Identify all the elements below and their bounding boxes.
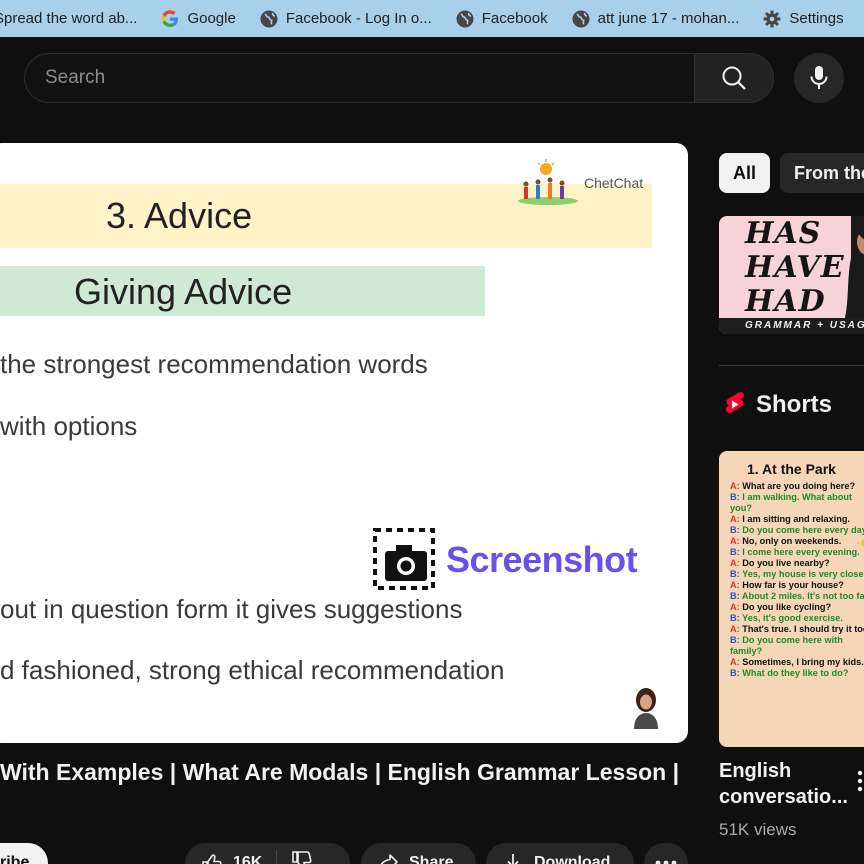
share-label: Share: [409, 854, 454, 864]
dialog-line: A: I am sitting and relaxing.: [730, 514, 850, 524]
search-button[interactable]: [694, 53, 774, 103]
bookmark-settings[interactable]: Settings: [763, 0, 844, 37]
screenshot-watermark: Screenshot: [372, 527, 638, 593]
dislike-button[interactable]: [291, 850, 323, 864]
bookmark-spread-the-word[interactable]: Spread the word ab...: [0, 0, 137, 37]
dialog-line: A: That's true. I should try it too.: [730, 624, 864, 634]
like-separator: [276, 850, 278, 864]
dialog-line: A: What are you doing here?: [730, 481, 856, 491]
masthead: [0, 37, 864, 143]
dialog-line: B: I come here every evening.: [730, 547, 860, 557]
globe-icon: [456, 10, 474, 27]
presenter-avatar: [624, 683, 668, 729]
globe-icon: [260, 10, 278, 27]
sun-icon: [857, 539, 864, 547]
youtube-watch-page: Spread the word ab... Google Facebook - …: [0, 0, 864, 864]
chip-from-the-series[interactable]: From the: [780, 153, 864, 193]
short-menu-button[interactable]: [852, 768, 864, 794]
bookmark-label: Facebook: [481, 10, 548, 27]
slide-subheading: Giving Advice: [74, 271, 293, 312]
slide-line: the strongest recommendation words: [0, 349, 428, 379]
google-icon: [162, 9, 179, 27]
search-icon: [722, 66, 746, 90]
share-icon: [380, 854, 398, 864]
dialog-line: B: Yes, my house is very close.: [730, 569, 864, 579]
thumbs-down-icon: [292, 850, 312, 864]
section-divider: [719, 365, 864, 366]
like-count: 16K: [233, 854, 263, 864]
thumb-title: 1. At the Park: [747, 461, 836, 477]
more-horizontal-icon: [655, 860, 677, 864]
bookmark-label: Facebook - Log In o...: [285, 10, 432, 27]
short-title-line: conversatio...: [719, 786, 848, 808]
download-label: Download: [534, 854, 611, 864]
shorts-logo-icon: [725, 392, 744, 413]
bookmark-facebook-login[interactable]: Facebook - Log In o...: [260, 0, 432, 37]
bookmark-label: Settings: [789, 10, 844, 27]
search-input[interactable]: [45, 54, 665, 102]
dialog-line: A: Sometimes, I bring my kids.: [730, 657, 864, 667]
shorts-shelf-header: Shorts: [722, 391, 832, 419]
sun-kids-logo-icon: [518, 159, 578, 205]
dialog-line: B: I am walking. What about you?: [730, 492, 853, 513]
short-title[interactable]: English conversatio...: [719, 758, 849, 810]
more-vertical-icon: [857, 770, 863, 792]
dialog-line: A: How far is your house?: [730, 580, 844, 590]
video-title: With Examples | What Are Modals | Englis…: [0, 759, 680, 785]
slide-line: with options: [0, 411, 138, 441]
share-button[interactable]: Share: [361, 843, 476, 864]
bookmark-label: att june 17 - mohan...: [597, 10, 740, 27]
related-video-thumbnail[interactable]: HAS HAVE HAD GRAMMAR + USAGE: [719, 216, 864, 334]
chip-all[interactable]: All: [719, 153, 770, 193]
thumb-strip-text: GRAMMAR + USAGE: [719, 318, 864, 334]
search-box: [24, 53, 696, 103]
bookmark-google[interactable]: Google: [161, 0, 236, 37]
thumbs-up-icon: [202, 854, 222, 864]
like-dislike-group: 16K: [185, 843, 350, 864]
logo-text: ChetChat: [584, 175, 644, 191]
dialog-line: B: What do they like to do?: [730, 668, 849, 678]
shorts-thumbnail[interactable]: 1. At the Park A: What are you doing her…: [719, 451, 864, 747]
subscribe-button[interactable]: ribe: [0, 843, 48, 864]
bookmark-label: Spread the word ab...: [0, 10, 138, 27]
bookmarks-bar: Spread the word ab... Google Facebook - …: [0, 0, 864, 37]
presenter-figure: [845, 216, 864, 318]
shorts-heading: Shorts: [756, 391, 833, 418]
globe-icon: [572, 10, 590, 27]
slide-line: out in question form it gives suggestion…: [0, 594, 463, 624]
thumb-text: HAS: [745, 216, 822, 251]
short-title-line: English: [719, 760, 792, 782]
slide-heading: 3. Advice: [106, 195, 253, 236]
thumb-text: HAVE: [745, 250, 845, 285]
camera-icon: [373, 528, 435, 590]
download-button[interactable]: Download: [486, 843, 634, 864]
watermark-text: Screenshot: [446, 539, 638, 580]
dialog-line: B: Do you come here with family?: [730, 635, 843, 656]
download-icon: [507, 854, 519, 864]
slide-line: d fashioned, strong ethical recommendati…: [0, 655, 505, 685]
bookmark-label: Google: [187, 10, 236, 27]
dialog-line: B: Do you come here every day?: [730, 525, 864, 535]
dialog-line: A: Do you like cycling?: [730, 602, 832, 612]
voice-search-button[interactable]: [794, 53, 844, 103]
bookmark-facebook[interactable]: Facebook: [456, 0, 548, 37]
dialog-line: B: Yes, it's good exercise.: [730, 613, 843, 623]
dialog-line: A: Do you live nearby?: [730, 558, 830, 568]
video-player[interactable]: 3. Advice Giving Advice ChetChat the str…: [0, 143, 688, 743]
bookmark-att-june-17[interactable]: att june 17 - mohan...: [572, 0, 740, 37]
thumb-text: HAD: [745, 284, 826, 319]
dialog-list: A: What are you doing here? B: I am walk…: [730, 481, 864, 679]
dialog-line: B: About 2 miles. It's not too far.: [730, 591, 864, 601]
short-views: 51K views: [719, 820, 797, 839]
dialog-line: A: No, only on weekends.: [730, 536, 842, 546]
chetchat-logo: ChetChat: [518, 159, 643, 205]
like-button[interactable]: 16K: [201, 852, 262, 864]
microphone-icon: [810, 66, 828, 89]
more-actions-button[interactable]: [644, 843, 688, 864]
gear-icon: [763, 10, 781, 27]
